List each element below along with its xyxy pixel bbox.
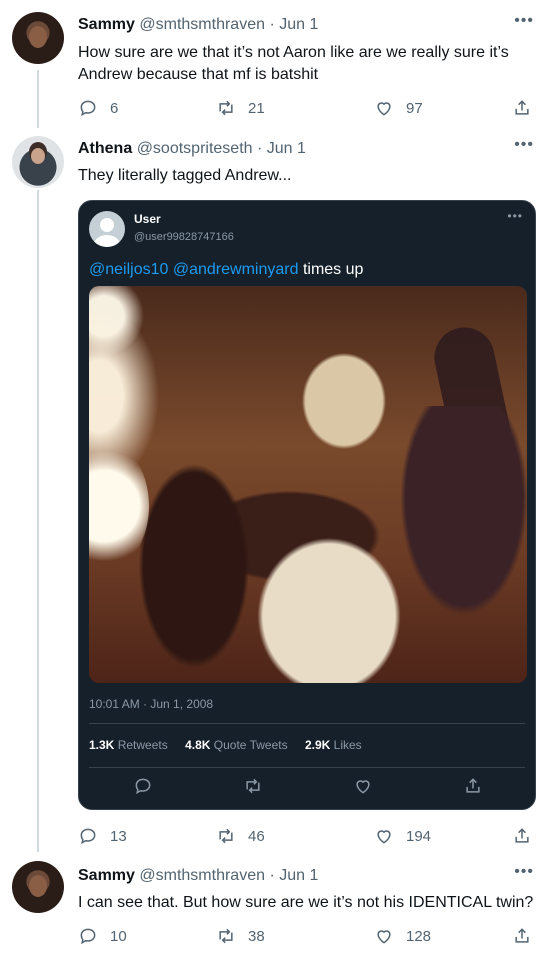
retweet-button[interactable]: 38	[216, 926, 265, 946]
tweet-text: How sure are we that it’s not Aaron like…	[78, 44, 509, 83]
user-handle[interactable]: @smthsmthraven	[139, 867, 265, 884]
embed-stats: 1.3K Retweets 4.8K Quote Tweets 2.9K Lik…	[89, 738, 362, 752]
photo-shape	[389, 406, 527, 636]
embed-actions	[79, 776, 535, 798]
like-button[interactable]: 128	[374, 926, 431, 946]
user-handle[interactable]: @sootspriteseth	[137, 140, 253, 157]
quotes-count[interactable]: 4.8K	[185, 738, 210, 752]
retweet-button[interactable]: 46	[216, 826, 265, 846]
display-name[interactable]: Athena	[78, 140, 132, 157]
retweet-button[interactable]: 21	[216, 98, 265, 118]
tweet-date[interactable]: · Jun 1	[269, 867, 318, 884]
reply-button[interactable]: 6	[78, 98, 118, 118]
heart-icon	[356, 780, 370, 794]
retweet-icon	[246, 778, 260, 794]
tweet-actions: 10 38 128	[78, 926, 538, 948]
divider	[89, 767, 525, 768]
like-count: 194	[406, 827, 432, 845]
divider	[89, 723, 525, 724]
avatar[interactable]	[12, 861, 64, 913]
likes-label[interactable]: Likes	[334, 738, 362, 752]
tweet-date[interactable]: · Jun 1	[257, 140, 306, 157]
embed-like-button[interactable]	[353, 776, 373, 796]
share-button[interactable]	[512, 98, 544, 118]
retweets-label[interactable]: Retweets	[118, 738, 168, 752]
heart-icon	[377, 930, 391, 944]
photo-shape	[129, 446, 259, 683]
retweet-icon	[219, 928, 233, 944]
embed-user-handle[interactable]: @user99828747166	[134, 231, 234, 243]
like-count: 128	[406, 927, 432, 945]
retweet-icon	[219, 828, 233, 844]
reply-count: 6	[110, 99, 119, 117]
like-count: 97	[406, 99, 423, 117]
reply-icon	[80, 100, 96, 117]
embed-share-button[interactable]	[463, 776, 483, 796]
quotes-label[interactable]: Quote Tweets	[214, 738, 288, 752]
retweet-icon	[219, 100, 233, 116]
reply-count: 13	[110, 827, 127, 845]
tweet-3[interactable]: Sammy @smthsmthraven · Jun 1 ••• I can s…	[0, 853, 550, 960]
share-button[interactable]	[512, 826, 544, 846]
embed-text-rest: times up	[302, 261, 364, 278]
heart-icon	[377, 102, 391, 116]
embed-reply-button[interactable]	[133, 776, 153, 796]
embed-timestamp[interactable]: 10:01 AM · Jun 1, 2008	[89, 697, 213, 711]
like-button[interactable]: 194	[374, 826, 431, 846]
reply-button[interactable]: 13	[78, 826, 127, 846]
tweet-header: Athena @sootspriteseth · Jun 1	[78, 140, 306, 158]
retweet-count: 46	[248, 827, 265, 845]
reply-icon	[80, 928, 96, 945]
share-button[interactable]	[512, 926, 544, 946]
heart-icon	[377, 830, 391, 844]
default-avatar-icon[interactable]	[89, 211, 125, 247]
tweet-text: I can see that. But how sure are we it’s…	[78, 894, 534, 911]
share-icon	[466, 778, 480, 793]
user-handle[interactable]: @smthsmthraven	[139, 16, 265, 33]
embed-display-name[interactable]: User	[134, 212, 161, 226]
share-icon	[515, 928, 529, 943]
likes-count[interactable]: 2.9K	[305, 738, 330, 752]
embed-tweet-text: @neiljos10 @andrewminyard times up	[89, 261, 363, 279]
mention-link[interactable]: @andrewminyard	[173, 261, 299, 278]
embed-retweet-button[interactable]	[243, 776, 263, 796]
display-name[interactable]: Sammy	[78, 16, 135, 33]
share-icon	[515, 828, 529, 843]
mention-link[interactable]: @neiljos10	[89, 261, 168, 278]
display-name[interactable]: Sammy	[78, 867, 135, 884]
tweet-1[interactable]: Sammy @smthsmthraven · Jun 1 ••• How sur…	[0, 0, 550, 128]
reply-icon	[80, 828, 96, 845]
more-icon[interactable]: •••	[514, 136, 534, 154]
reply-icon	[135, 778, 151, 795]
tweet-actions: 6 21 97	[78, 98, 538, 120]
tweet-header: Sammy @smthsmthraven · Jun 1	[78, 867, 318, 885]
tweet-date[interactable]: · Jun 1	[269, 16, 318, 33]
retweet-count: 21	[248, 99, 265, 117]
tweet-photo[interactable]	[89, 286, 527, 683]
embedded-tweet[interactable]: User @user99828747166 ••• @neiljos10 @an…	[78, 200, 536, 810]
share-icon	[515, 100, 529, 115]
retweet-count: 38	[248, 927, 265, 945]
retweets-count[interactable]: 1.3K	[89, 738, 114, 752]
more-icon[interactable]: •••	[514, 863, 534, 881]
tweet-text: They literally tagged Andrew...	[78, 167, 292, 184]
like-button[interactable]: 97	[374, 98, 423, 118]
reply-button[interactable]: 10	[78, 926, 127, 946]
tweet-actions: 13 46 194	[78, 826, 538, 848]
more-icon[interactable]: •••	[514, 12, 534, 30]
reply-count: 10	[110, 927, 127, 945]
tweet-header: Sammy @smthsmthraven · Jun 1	[78, 16, 318, 34]
avatar[interactable]	[12, 12, 64, 64]
more-icon[interactable]: •••	[507, 209, 523, 223]
avatar[interactable]	[12, 136, 64, 188]
